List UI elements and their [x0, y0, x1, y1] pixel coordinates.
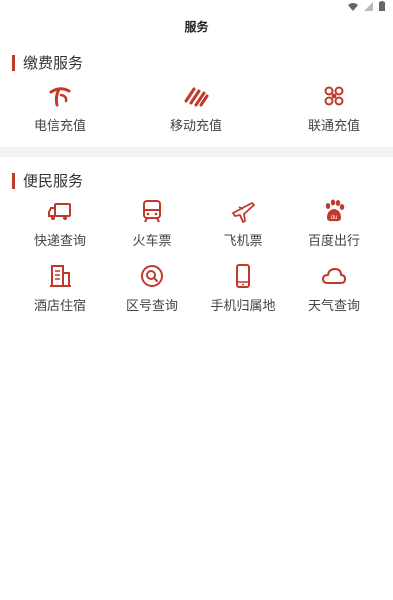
search-icon — [141, 265, 163, 287]
train-icon — [143, 200, 161, 223]
phone-location-button[interactable]: 手机归属地 — [195, 263, 291, 314]
unicom-recharge-label: 联通充值 — [307, 119, 360, 134]
mobile-recharge-button[interactable]: 移动充值 — [148, 83, 244, 134]
svg-text:du: du — [331, 215, 338, 221]
section-accent-bar — [12, 54, 15, 71]
train-ticket-label: 火车票 — [132, 234, 172, 249]
express-query-label: 快递查询 — [33, 234, 86, 249]
unicom-icon — [324, 86, 344, 106]
signal-icon — [364, 1, 373, 11]
telecom-recharge-label: 电信充值 — [33, 119, 86, 134]
phone-location-label: 手机归属地 — [210, 299, 276, 314]
unicom-recharge-button[interactable]: 联通充值 — [286, 83, 382, 134]
wifi-icon — [348, 2, 358, 11]
weather-query-button[interactable]: 天气查询 — [286, 263, 382, 314]
convenience-section-header: 便民服务 — [12, 170, 83, 191]
express-query-button[interactable]: 快递查询 — [12, 198, 108, 249]
area-code-query-label: 区号查询 — [125, 299, 178, 314]
baidu-travel-label: 百度出行 — [307, 234, 360, 249]
mobile-icon — [184, 87, 209, 107]
telecom-recharge-button[interactable]: 电信充值 — [12, 83, 108, 134]
weather-query-label: 天气查询 — [307, 299, 360, 314]
convenience-section-title: 便民服务 — [23, 172, 84, 190]
baidu-icon: du — [325, 199, 345, 222]
area-code-query-button[interactable]: 区号查询 — [104, 263, 200, 314]
telecom-icon — [49, 87, 71, 107]
cloud-icon — [322, 268, 346, 284]
battery-icon — [379, 1, 385, 11]
mobile-recharge-label: 移动充值 — [169, 119, 222, 134]
section-accent-bar — [12, 172, 15, 189]
hotel-label: 酒店住宿 — [33, 299, 86, 314]
hotel-button[interactable]: 酒店住宿 — [12, 263, 108, 314]
train-ticket-button[interactable]: 火车票 — [104, 198, 200, 249]
baidu-travel-button[interactable]: du 百度出行 — [286, 198, 382, 249]
phone-icon — [236, 264, 250, 288]
status-bar — [0, 0, 393, 14]
payment-section-title: 缴费服务 — [23, 54, 84, 72]
payment-section-header: 缴费服务 — [12, 52, 83, 73]
section-divider — [0, 147, 393, 157]
hotel-building-icon — [50, 265, 71, 287]
page-title: 服务 — [184, 20, 209, 34]
flight-ticket-button[interactable]: 飞机票 — [195, 198, 291, 249]
flight-ticket-label: 飞机票 — [223, 234, 263, 249]
airplane-icon — [232, 202, 255, 223]
delivery-truck-icon — [48, 203, 71, 220]
